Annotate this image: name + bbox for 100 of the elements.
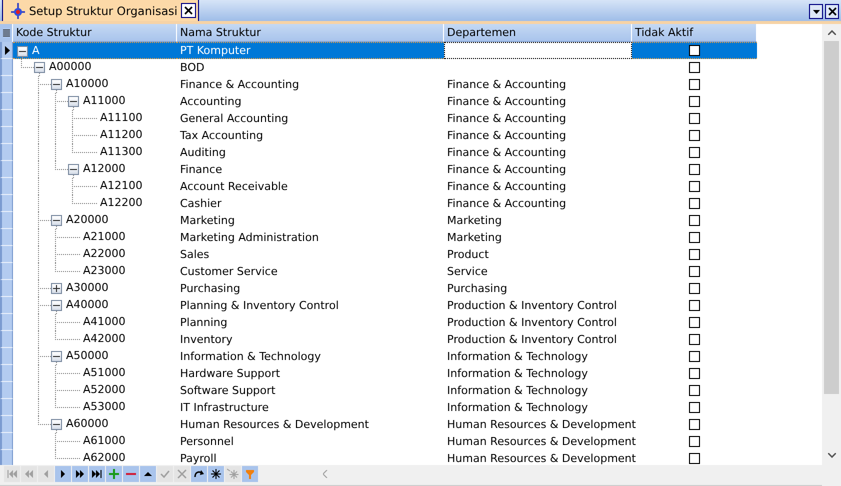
structure-code: A23000 xyxy=(82,264,127,277)
structure-code: A11100 xyxy=(99,111,144,124)
department-name: Service xyxy=(446,265,488,278)
collapse-button[interactable] xyxy=(17,46,28,57)
tab-title: Setup Struktur Organisasi xyxy=(29,4,178,18)
collapse-button[interactable] xyxy=(34,62,45,73)
department-name: Finance & Accounting xyxy=(446,112,566,125)
funnel-icon xyxy=(244,468,256,480)
collapse-button[interactable] xyxy=(51,351,62,362)
structure-code: A12200 xyxy=(99,196,144,209)
structure-code: A11000 xyxy=(82,94,127,107)
structure-code: A22000 xyxy=(82,247,127,260)
structure-name: Hardware Support xyxy=(179,367,280,380)
structure-code: A10000 xyxy=(65,77,110,90)
collapse-button[interactable] xyxy=(68,96,79,107)
structure-name: IT Infrastructure xyxy=(179,401,269,414)
structure-name: Cashier xyxy=(179,197,222,210)
curved-arrow-icon xyxy=(193,468,205,480)
scrollbar-thumb[interactable] xyxy=(824,41,839,394)
column-chooser-button[interactable] xyxy=(0,24,13,42)
structure-code: A51000 xyxy=(82,366,127,379)
structure-code: A52000 xyxy=(82,383,127,396)
expand-button[interactable] xyxy=(51,283,62,294)
department-name: Human Resources & Development xyxy=(446,418,636,431)
department-name: Information & Technology xyxy=(446,384,588,397)
structure-code: A20000 xyxy=(65,213,110,226)
column-header[interactable]: Kode Struktur xyxy=(13,24,177,42)
structure-code: A11200 xyxy=(99,128,144,141)
minus-icon xyxy=(53,421,60,428)
minus-icon xyxy=(53,81,60,88)
plus-icon xyxy=(108,468,120,480)
department-name: Purchasing xyxy=(446,282,508,295)
structure-code: A12000 xyxy=(82,162,127,175)
compass-icon xyxy=(11,2,25,18)
minus-icon xyxy=(36,64,43,71)
department-name: Finance & Accounting xyxy=(446,95,566,108)
structure-name: Human Resources & Development xyxy=(179,418,369,431)
column-header[interactable]: Departemen xyxy=(444,24,632,42)
department-name: Finance & Accounting xyxy=(446,146,566,159)
structure-code: A11300 xyxy=(99,145,144,158)
collapse-button[interactable] xyxy=(51,215,62,226)
department-name: Information & Technology xyxy=(446,350,588,363)
column-header[interactable]: Tidak Aktif xyxy=(632,24,757,42)
structure-code: A60000 xyxy=(65,417,110,430)
department-name: Information & Technology xyxy=(446,401,588,414)
column-header[interactable]: Nama Struktur xyxy=(177,24,444,42)
structure-name: Auditing xyxy=(179,146,226,159)
caret-icon xyxy=(812,10,820,14)
structure-name: Purchasing xyxy=(179,282,240,295)
department-name: Finance & Accounting xyxy=(446,197,566,210)
structure-name: Finance xyxy=(179,163,222,176)
navigator-button[interactable] xyxy=(140,466,156,482)
last-record-icon xyxy=(91,468,103,480)
collapse-button[interactable] xyxy=(68,164,79,175)
focused-cell[interactable] xyxy=(444,42,632,59)
structure-code: A53000 xyxy=(82,400,127,413)
structure-name: Inventory xyxy=(179,333,233,346)
navigator-button[interactable] xyxy=(72,466,88,482)
navigator-button[interactable] xyxy=(191,466,207,482)
checkmark-icon xyxy=(159,468,171,480)
department-name: Product xyxy=(446,248,489,261)
structure-code: A40000 xyxy=(65,298,110,311)
dropdown-button[interactable] xyxy=(809,4,823,19)
structure-name: Information & Technology xyxy=(179,350,321,363)
lines-icon xyxy=(2,28,10,38)
structure-name: General Accounting xyxy=(179,112,288,125)
row-indicator[interactable] xyxy=(0,42,13,59)
document-tab[interactable]: Setup Struktur Organisasi xyxy=(2,0,200,21)
structure-name: Software Support xyxy=(179,384,276,397)
structure-code: A61000 xyxy=(82,434,127,447)
prior-page-icon xyxy=(23,468,35,480)
structure-name: Tax Accounting xyxy=(179,129,264,142)
navigator-button[interactable] xyxy=(89,466,105,482)
close-button[interactable] xyxy=(181,3,196,18)
department-name: Finance & Accounting xyxy=(446,163,566,176)
collapse-button[interactable] xyxy=(51,419,62,430)
collapse-button[interactable] xyxy=(51,300,62,311)
structure-name: Marketing xyxy=(179,214,235,227)
structure-code: A42000 xyxy=(82,332,127,345)
first-record-icon xyxy=(6,468,18,480)
department-name: Marketing xyxy=(446,214,502,227)
structure-code: A12100 xyxy=(99,179,144,192)
asterisk-icon xyxy=(210,468,222,480)
department-name: Marketing xyxy=(446,231,502,244)
collapse-button[interactable] xyxy=(51,79,62,90)
structure-name: Accounting xyxy=(179,95,242,108)
chevron-down-icon xyxy=(828,453,836,458)
navigator-button[interactable] xyxy=(208,466,224,482)
department-name: Human Resources & Development xyxy=(446,435,636,448)
department-name: Finance & Accounting xyxy=(446,180,566,193)
close-icon xyxy=(828,7,836,16)
structure-code: A00000 xyxy=(48,60,93,73)
navigator-button[interactable] xyxy=(55,466,71,482)
structure-name: Customer Service xyxy=(179,265,278,278)
department-name: Production & Inventory Control xyxy=(446,299,617,312)
department-name: Production & Inventory Control xyxy=(446,333,617,346)
plus-icon xyxy=(53,285,60,292)
close-button[interactable] xyxy=(825,4,839,19)
minus-icon xyxy=(70,98,77,105)
next-page-icon xyxy=(74,468,86,480)
